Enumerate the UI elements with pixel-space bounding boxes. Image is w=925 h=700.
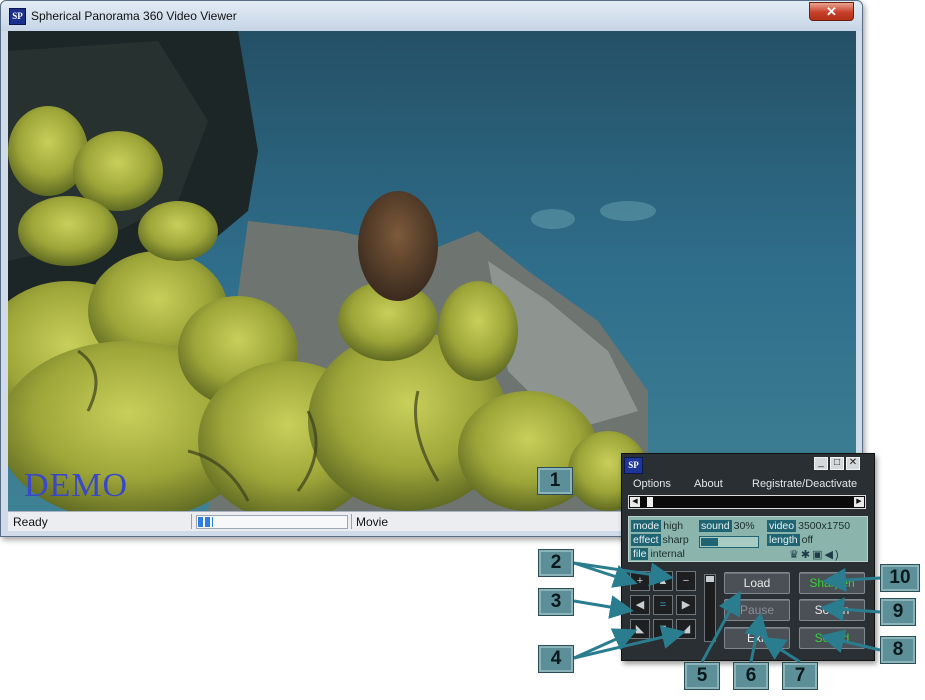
menu-about[interactable]: About <box>694 478 723 490</box>
status-mode: Movie <box>356 515 389 529</box>
info-file: file internal <box>631 548 685 560</box>
load-button[interactable]: Load <box>724 572 790 594</box>
title-bar[interactable]: SP Spherical Panorama 360 Video Viewer ✕ <box>1 1 862 31</box>
sharpen-button[interactable]: Sharpen <box>799 572 865 594</box>
panel-logo: SP <box>624 457 643 474</box>
zoom-slider[interactable] <box>704 574 716 642</box>
minimize-button[interactable]: _ <box>814 457 828 470</box>
exit-button[interactable]: Exit <box>724 627 790 649</box>
reset-view-button[interactable]: = <box>653 595 673 615</box>
move-right-button[interactable]: ▶ <box>676 595 696 615</box>
zoom-in-button[interactable]: + <box>630 571 650 591</box>
info-length: length off <box>767 534 814 546</box>
screens-icon[interactable]: ▣ <box>812 549 824 561</box>
gear-icon[interactable]: ✱ <box>801 549 812 561</box>
callout-5: 5 <box>684 662 720 690</box>
trophy-icon[interactable]: ♛ <box>789 549 801 561</box>
status-divider <box>191 514 192 529</box>
menu-options[interactable]: Options <box>633 478 671 490</box>
rotate-right-button[interactable]: ◢ <box>676 619 696 639</box>
callout-10: 10 <box>880 564 920 592</box>
soften-button[interactable]: Soften <box>799 599 865 621</box>
move-up-button[interactable]: ▲ <box>653 571 673 591</box>
maximize-button[interactable]: □ <box>830 457 844 470</box>
info-display: mode high sound 30% video 3500x1750 effect s… <box>628 516 868 562</box>
sound-level-bar <box>699 536 759 548</box>
load-progress-fill <box>198 517 213 527</box>
sound-button[interactable]: Sound <box>799 627 865 649</box>
arrow-3 <box>573 595 634 619</box>
callout-8: 8 <box>880 636 916 664</box>
callout-4: 4 <box>538 645 574 673</box>
panorama-viewport[interactable]: DEMO <box>8 31 856 511</box>
seek-left-icon[interactable]: ◀ <box>630 497 640 507</box>
info-sound: sound 30% <box>699 520 755 532</box>
callout-2: 2 <box>538 549 574 577</box>
seek-bar[interactable]: ◀ ▶ <box>628 495 866 509</box>
info-video: video 3500x1750 <box>767 520 851 532</box>
zoom-slider-thumb[interactable] <box>706 576 714 582</box>
menu-registrate[interactable]: Registrate/Deactivate <box>752 478 857 490</box>
control-panel: SP _ □ ✕ Options About Registrate/Deacti… <box>621 453 875 661</box>
info-icons: ♛✱▣◀) <box>789 548 841 561</box>
callout-9: 9 <box>880 598 916 626</box>
zoom-out-button[interactable]: − <box>676 571 696 591</box>
move-left-button[interactable]: ◀ <box>630 595 650 615</box>
panel-close-button[interactable]: ✕ <box>846 457 860 470</box>
rotate-left-button[interactable]: ◣ <box>630 619 650 639</box>
seek-thumb[interactable] <box>647 497 654 507</box>
pause-button[interactable]: Pause <box>724 599 790 621</box>
info-effect: effect sharp <box>631 534 689 546</box>
navigation-pad: + ▲ − ◀ = ▶ ◣ ▼ ◢ <box>630 571 696 641</box>
underwater-scene <box>8 31 856 511</box>
status-divider <box>351 514 352 529</box>
window-title: Spherical Panorama 360 Video Viewer <box>31 9 237 23</box>
load-progress-bar <box>196 515 348 529</box>
callout-3: 3 <box>538 588 574 616</box>
move-down-button[interactable]: ▼ <box>653 619 673 639</box>
callout-1: 1 <box>537 467 573 495</box>
sound-level-fill <box>701 538 718 546</box>
demo-watermark: DEMO <box>24 467 129 504</box>
close-button[interactable]: ✕ <box>809 2 854 21</box>
panel-menu: Options About Registrate/Deactivate <box>622 476 874 492</box>
status-text: Ready <box>13 515 48 529</box>
app-icon: SP <box>9 8 26 25</box>
speaker-icon[interactable]: ◀) <box>825 549 841 561</box>
seek-right-icon[interactable]: ▶ <box>854 497 864 507</box>
callout-6: 6 <box>733 662 769 690</box>
info-mode: mode high <box>631 520 684 532</box>
callout-7: 7 <box>782 662 818 690</box>
